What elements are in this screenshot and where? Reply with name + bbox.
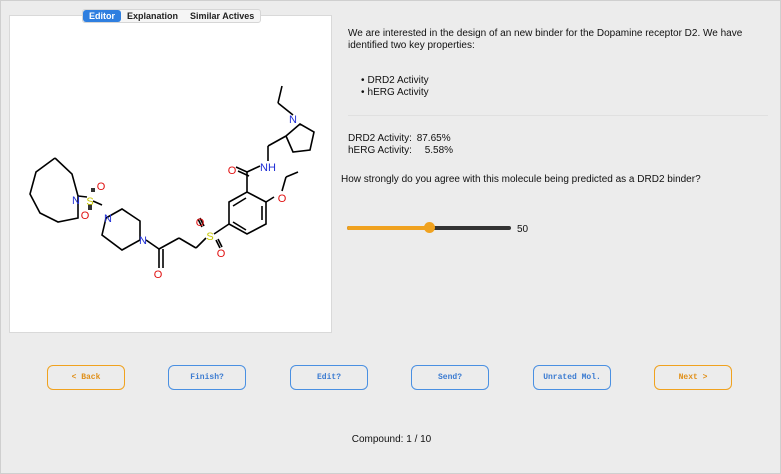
back-button[interactable]: < Back (47, 365, 125, 390)
molecule-drawing: N S O O N N O S O O O NH O N (29, 85, 315, 281)
tab-editor[interactable]: Editor (83, 10, 121, 22)
atom-label: O (154, 269, 163, 281)
view-tabs: Editor Explanation Similar Actives (82, 9, 262, 23)
drd2-label: DRD2 Activity: (348, 133, 412, 144)
tab-explanation[interactable]: Explanation (121, 10, 184, 22)
next-button[interactable]: Next > (654, 365, 732, 390)
atom-label: O (97, 181, 106, 193)
compound-counter: Compound: 1 / 10 (351, 434, 432, 445)
atom-label: O (228, 165, 237, 177)
intro-text: We are interested in the design of an ne… (348, 28, 743, 51)
atom-label: O (81, 210, 90, 222)
atom-label: S (86, 196, 93, 208)
atom-label: O (196, 217, 205, 229)
atom-label: NH (260, 162, 276, 174)
edit-button[interactable]: Edit? (290, 365, 368, 390)
unrated-molecule-button[interactable]: Unrated Mol. (533, 365, 611, 390)
agreement-slider[interactable] (347, 222, 511, 234)
herg-value: 5.58% (424, 145, 454, 156)
divider (348, 115, 768, 116)
herg-label: hERG Activity: (348, 145, 412, 156)
slider-thumb[interactable] (424, 222, 435, 233)
atom-label: O (278, 193, 287, 205)
finish-button[interactable]: Finish? (168, 365, 246, 390)
atom-label: O (217, 248, 226, 260)
property-item: hERG Activity (361, 87, 429, 99)
drd2-value: 87.65% (416, 133, 451, 144)
slider-value: 50 (517, 224, 529, 235)
property-item: DRD2 Activity (361, 75, 429, 87)
app-window: N S O O N N O S O O O NH O N Editor Expl… (0, 0, 781, 474)
score-panel: DRD2 Activity: 87.65% hERG Activity: 5.5… (348, 133, 453, 157)
property-list: DRD2 Activity hERG Activity (361, 75, 429, 99)
tab-similar-actives[interactable]: Similar Actives (184, 10, 260, 22)
atom-label: N (104, 213, 112, 225)
slider-fill (347, 226, 429, 230)
atom-label: N (289, 114, 297, 126)
send-button[interactable]: Send? (411, 365, 489, 390)
molecule-canvas[interactable]: N S O O N N O S O O O NH O N (9, 15, 332, 333)
atom-label: N (139, 235, 147, 247)
atom-label: N (72, 195, 80, 207)
atom-label: S (206, 231, 213, 243)
agreement-question: How strongly do you agree with this mole… (341, 174, 701, 185)
